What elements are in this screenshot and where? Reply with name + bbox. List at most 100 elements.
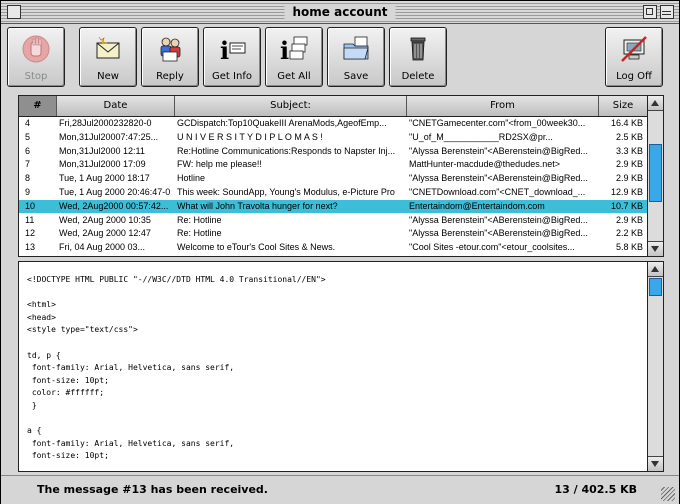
preview-scroll-down-arrow-icon[interactable] (648, 456, 663, 471)
row-subject: Re: Hotline (177, 214, 222, 225)
row-subject: GCDispatch:Top10QuakeIII ArenaMods,Ageof… (177, 118, 387, 128)
message-row[interactable]: 8 Tue, 1 Aug 2000 18:17 Hotline "Alyssa Ber… (19, 172, 647, 185)
message-row[interactable]: 13 Fri, 04 Aug 2000 03... Welcome to eTour… (19, 241, 647, 254)
row-from: "Alyssa Berenstein"<ABerenstein@BigRed..… (409, 173, 588, 184)
reply-button[interactable]: Reply (141, 27, 199, 87)
row-date: Wed, 2Aug 2000 10:35 (59, 214, 151, 225)
save-button[interactable]: Save (327, 27, 385, 87)
message-rows: 4 Fri,28Jul2000232820-0 GCDispatch:Top10Qu… (19, 117, 647, 256)
row-date: Mon,31Jul20007:47:25... (59, 131, 159, 142)
row-from: "CNETGamecenter.com"<from_00week30... (409, 118, 586, 128)
delete-button[interactable]: Delete (389, 27, 447, 87)
column-header-subject[interactable]: Subject: (175, 96, 407, 116)
row-date: Fri, 04 Aug 2000 03... (59, 242, 146, 253)
message-body: <!DOCTYPE HTML PUBLIC "-//W3C//DTD HTML … (27, 274, 637, 468)
preview-scroll-up-arrow-icon[interactable] (648, 262, 663, 277)
row-subject: Re:Hotline Communications:Responds to Na… (177, 145, 396, 156)
new-envelope-icon (96, 36, 120, 59)
get-all-button[interactable]: i Get All (265, 27, 323, 87)
row-from: MattHunter-macdude@thedudes.net> (409, 159, 560, 170)
message-list-scroll-thumb[interactable] (649, 144, 662, 202)
get-all-icon: i (280, 36, 308, 64)
save-button-label: Save (343, 71, 369, 82)
message-body-line: font-family: Arial, Helvetica, sans seri… (27, 438, 235, 448)
message-row[interactable]: 5 Mon,31Jul20007:47:25... U N I V E R S I … (19, 131, 647, 144)
message-list[interactable]: # Date Subject: From Size 4 Fri,28Jul2000… (18, 95, 664, 257)
row-from: "Alyssa Berenstein"<ABerenstein@BigRed..… (409, 145, 588, 156)
status-message-count: 13 / 402.5 KB (554, 483, 637, 496)
message-body-line: font-size: 10pt; (27, 375, 109, 385)
message-body-line: <html> (27, 300, 56, 310)
message-body-line: <style type="text/css"> (27, 325, 138, 335)
message-body-line: } (27, 400, 37, 410)
log-off-button[interactable]: Log Off (605, 27, 663, 87)
message-row[interactable]: 6 Mon,31Jul2000 12:11 Re:Hotline Communica… (19, 145, 647, 158)
log-off-icon (621, 36, 647, 62)
get-all-button-label: Get All (277, 71, 311, 82)
row-from: "Alyssa Berenstein"<ABerenstein@BigRed..… (409, 214, 588, 225)
scroll-up-arrow-icon[interactable] (648, 96, 663, 111)
row-number: 7 (25, 159, 31, 170)
zoom-box-icon[interactable] (643, 5, 657, 19)
message-body-line: a { (27, 426, 42, 436)
row-size: 2.9 KB (615, 159, 643, 170)
preview-scrollbar[interactable] (647, 262, 663, 471)
message-row[interactable]: 11 Wed, 2Aug 2000 10:35 Re: Hotline "Alyssa… (19, 214, 647, 227)
message-body-line (27, 337, 637, 350)
collapse-box-icon[interactable] (660, 5, 674, 19)
message-row[interactable]: 4 Fri,28Jul2000232820-0 GCDispatch:Top10Qu… (19, 117, 647, 130)
trash-icon (410, 37, 426, 61)
window-title: home account (284, 4, 396, 20)
row-size: 10.7 KB (610, 200, 643, 211)
column-header-number[interactable]: # (19, 96, 57, 116)
row-number: 8 (25, 173, 31, 184)
column-header-size[interactable]: Size (599, 96, 647, 116)
toolbar: Stop New Reply i Get Info i Get All Save… (7, 27, 675, 91)
row-date: Wed, 2Aug 2000 12:47 (59, 228, 151, 239)
message-preview[interactable]: <!DOCTYPE HTML PUBLIC "-//W3C//DTD HTML … (18, 261, 664, 472)
message-body-line: td, p { (27, 350, 61, 360)
message-body-line (27, 287, 637, 300)
close-box-icon[interactable] (7, 5, 21, 19)
row-number: 9 (25, 187, 31, 197)
delete-button-label: Delete (401, 71, 435, 82)
column-header-from[interactable]: From (407, 96, 599, 116)
row-from: "Alyssa Berenstein"<ABerenstein@BigRed..… (409, 228, 588, 239)
message-body-line (27, 413, 637, 426)
mail-window: home account Stop New Reply i Get Info i… (0, 0, 680, 504)
message-row[interactable]: 10 Wed, 2Aug2000 00:57:42... What will Joh… (19, 199, 647, 213)
row-date: Tue, 1 Aug 2000 18:17 (59, 173, 150, 184)
row-number: 5 (25, 131, 31, 142)
stop-button-label: Stop (24, 71, 48, 82)
scroll-down-arrow-icon[interactable] (648, 241, 663, 256)
row-date: Fri,28Jul2000232820-0 (59, 118, 152, 128)
row-size: 3.3 KB (615, 145, 643, 156)
row-date: Mon,31Jul2000 17:09 (59, 159, 146, 170)
row-size: 2.5 KB (615, 131, 643, 142)
message-body-line: font-family: Arial, Helvetica, sans seri… (27, 363, 235, 373)
message-list-scrollbar[interactable] (647, 96, 663, 256)
row-subject: This week: SoundApp, Young's Modulus, e-… (177, 187, 395, 197)
row-subject: Re: Hotline (177, 228, 222, 239)
message-row[interactable]: 9 Tue, 1 Aug 2000 20:46:47-0 This week: So… (19, 186, 647, 199)
get-info-button[interactable]: i Get Info (203, 27, 261, 87)
svg-text:i: i (220, 36, 229, 64)
message-body-line: font-size: 10pt; (27, 451, 109, 461)
get-info-button-label: Get Info (212, 71, 252, 82)
row-number: 4 (25, 118, 31, 128)
message-row[interactable]: 12 Wed, 2Aug 2000 12:47 Re: Hotline "Alyssa… (19, 227, 647, 240)
title-bar[interactable]: home account (1, 1, 679, 24)
new-button-label: New (97, 71, 119, 82)
column-header-date[interactable]: Date (57, 96, 175, 116)
resize-grip-icon[interactable] (661, 487, 675, 501)
preview-scroll-thumb[interactable] (649, 278, 662, 296)
new-button[interactable]: New (79, 27, 137, 87)
info-icon: i (220, 36, 246, 64)
stop-button[interactable]: Stop (7, 27, 65, 87)
row-date: Tue, 1 Aug 2000 20:46:47-0 (59, 187, 171, 197)
row-number: 12 (25, 228, 36, 239)
message-body-line: <!DOCTYPE HTML PUBLIC "-//W3C//DTD HTML … (27, 275, 326, 284)
message-row[interactable]: 7 Mon,31Jul2000 17:09 FW: help me please!!… (19, 158, 647, 171)
row-size: 2.2 KB (615, 228, 643, 239)
status-message: The message #13 has been received. (37, 483, 268, 496)
